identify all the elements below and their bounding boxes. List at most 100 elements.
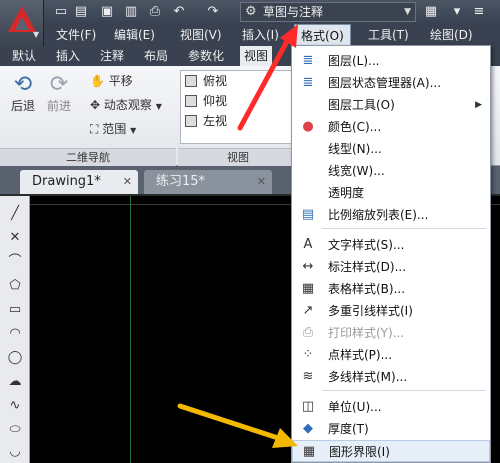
print-icon[interactable]: ⎙ xyxy=(146,3,164,21)
polyline-tool-icon[interactable]: ⌒ xyxy=(4,252,26,272)
forward-button[interactable]: ⟳ 前进 xyxy=(44,72,74,114)
menu-item-label: 线宽(W)... xyxy=(328,164,385,178)
format-menu-item[interactable]: ▦ 表格样式(B)... xyxy=(292,278,490,300)
spline-tool-icon[interactable]: ∿ xyxy=(4,396,26,416)
format-menu-item[interactable]: ≣ 图层(L)... xyxy=(292,50,490,72)
format-menu-item[interactable]: ◆ 厚度(T) xyxy=(292,418,490,440)
point-style-icon: ⁘ xyxy=(302,347,314,362)
menu-item-label: 多重引线样式(I) xyxy=(328,304,413,318)
format-menu-item[interactable]: ◫ 单位(U)... xyxy=(292,396,490,418)
menu-item-label: 线型(N)... xyxy=(328,142,382,156)
menu-tools[interactable]: 工具(T) xyxy=(362,24,415,46)
menu-item-label: 图层工具(O) xyxy=(328,98,395,112)
view-bottom[interactable]: 仰视 xyxy=(181,91,299,111)
format-menu-item[interactable]: ● 颜色(C)... xyxy=(292,116,490,138)
menu-separator xyxy=(322,228,486,229)
layer-state-icon: ≣ xyxy=(302,75,314,90)
layer-icon[interactable]: ▦ xyxy=(422,3,440,21)
format-menu-item[interactable]: A 文字样式(S)... xyxy=(292,234,490,256)
doc-tab-practice15[interactable]: 练习15* ✕ xyxy=(144,170,272,194)
format-menu-item[interactable]: ≣ 图层状态管理器(A)... xyxy=(292,72,490,94)
open-folder-icon[interactable]: ▤ xyxy=(72,3,90,21)
dropdown-icon[interactable]: ▾ xyxy=(448,3,466,21)
back-button[interactable]: ⟲ 后退 xyxy=(8,72,38,114)
menu-format[interactable]: 格式(O) xyxy=(294,24,351,46)
close-icon[interactable]: ✕ xyxy=(257,170,266,194)
range-button[interactable]: ⛶ 范围 ▼ xyxy=(90,120,136,137)
undo-icon[interactable]: ↶ xyxy=(170,3,188,21)
circle-tool-icon[interactable]: ◯ xyxy=(4,348,26,368)
format-menu-item[interactable]: ↔ 标注样式(D)... xyxy=(292,256,490,278)
chevron-down-icon: ▼ xyxy=(404,7,411,17)
print-style-icon: ⎙ xyxy=(302,325,314,340)
tab-layout[interactable]: 布局 xyxy=(140,46,172,66)
cube-bottom-icon xyxy=(185,95,197,107)
format-menu-item[interactable]: ≋ 多线样式(M)... xyxy=(292,366,490,388)
submenu-arrow-icon: ▶ xyxy=(475,100,482,110)
format-menu-item[interactable]: ▦ 图形界限(I) xyxy=(292,440,490,462)
workspace-label: 草图与注释 xyxy=(263,5,324,19)
tab-default[interactable]: 默认 xyxy=(8,46,40,66)
menu-item-label: 打印样式(Y)... xyxy=(328,326,405,340)
forward-arrow-icon: ⟳ xyxy=(49,72,69,97)
customize-icon[interactable]: ≡ xyxy=(470,3,488,21)
hand-icon: ✋ xyxy=(90,74,105,88)
menu-item-label: 透明度 xyxy=(328,186,365,200)
units-icon: ◫ xyxy=(301,399,315,414)
format-menu-item[interactable]: ▤ 比例缩放列表(E)... xyxy=(292,204,490,226)
polygon-tool-icon[interactable]: ⬠ xyxy=(4,276,26,296)
cube-left-icon xyxy=(185,115,197,127)
draw-toolbar: ╱ ✕ ⌒ ⬠ ▭ ◠ ◯ ☁ ∿ ⬭ ◡ xyxy=(0,196,30,463)
menu-item-label: 文字样式(S)... xyxy=(328,238,405,252)
orbit-button[interactable]: ✥ 动态观察 ▼ xyxy=(90,96,162,113)
ellipse-arc-tool-icon[interactable]: ◡ xyxy=(4,442,26,462)
range-label: 范围 xyxy=(102,122,127,136)
format-menu-item[interactable]: 透明度 xyxy=(292,182,490,204)
layer-icon: ≣ xyxy=(302,53,314,68)
format-menu-item[interactable]: 线型(N)... xyxy=(292,138,490,160)
tab-parametric[interactable]: 参数化 xyxy=(184,46,228,66)
workspace-selector[interactable]: ⚙ 草图与注释 ▼ xyxy=(240,2,416,22)
multiline-style-icon: ≋ xyxy=(302,369,314,384)
revcloud-tool-icon[interactable]: ☁ xyxy=(4,372,26,392)
back-arrow-icon: ⟲ xyxy=(13,72,33,97)
menu-draw[interactable]: 绘图(D) xyxy=(424,24,479,46)
menu-view[interactable]: 视图(V) xyxy=(174,24,228,46)
view-left[interactable]: 左视 xyxy=(181,111,299,131)
save-as-icon[interactable]: ▥ xyxy=(122,3,140,21)
pan-button[interactable]: ✋ 平移 xyxy=(90,72,133,89)
arc-tool-icon[interactable]: ◠ xyxy=(4,324,26,344)
menu-insert[interactable]: 插入(I) xyxy=(236,24,285,46)
format-menu-item[interactable]: ↗ 多重引线样式(I) xyxy=(292,300,490,322)
menu-edit[interactable]: 编辑(E) xyxy=(108,24,161,46)
dim-style-icon: ↔ xyxy=(302,259,314,274)
table-style-icon: ▦ xyxy=(301,281,315,296)
ellipse-tool-icon[interactable]: ⬭ xyxy=(4,420,26,440)
save-icon[interactable]: ▣ xyxy=(98,3,116,21)
format-menu-item[interactable]: 线宽(W)... xyxy=(292,160,490,182)
rectangle-tool-icon[interactable]: ▭ xyxy=(4,300,26,320)
limits-icon: ▦ xyxy=(302,444,316,459)
tab-view[interactable]: 视图 xyxy=(240,46,273,66)
close-icon[interactable]: ✕ xyxy=(123,170,132,194)
forward-label: 前进 xyxy=(46,99,71,113)
menu-item-label: 厚度(T) xyxy=(328,422,369,436)
format-menu-item[interactable]: 图层工具(O) ▶ xyxy=(292,94,490,116)
scale-list-icon: ▤ xyxy=(301,207,315,222)
construction-line-icon[interactable]: ✕ xyxy=(4,228,26,248)
format-menu-item[interactable]: ⁘ 点样式(P)... xyxy=(292,344,490,366)
menu-file[interactable]: 文件(F) xyxy=(50,24,102,46)
new-file-icon[interactable]: ▭ xyxy=(52,3,70,21)
app-menu-button[interactable]: ▼ xyxy=(0,0,44,46)
menu-item-label: 标注样式(D)... xyxy=(328,260,407,274)
tab-annotate[interactable]: 注释 xyxy=(96,46,128,66)
redo-icon[interactable]: ↷ xyxy=(204,3,222,21)
views-gallery: 俯视 仰视 左视 xyxy=(180,70,300,144)
view-top[interactable]: 俯视 xyxy=(181,71,299,91)
line-tool-icon[interactable]: ╱ xyxy=(4,204,26,224)
format-menu-dropdown: ≣ 图层(L)... ≣ 图层状态管理器(A)... 图层工具(O) ▶ ● 颜色(C)...… xyxy=(291,45,491,463)
tab-insert[interactable]: 插入 xyxy=(52,46,84,66)
menu-bar: 文件(F) 编辑(E) 视图(V) 插入(I) 格式(O) 工具(T) 绘图(D… xyxy=(44,24,500,46)
doc-tab-drawing1[interactable]: Drawing1* ✕ xyxy=(20,170,138,194)
back-label: 后退 xyxy=(10,99,35,113)
